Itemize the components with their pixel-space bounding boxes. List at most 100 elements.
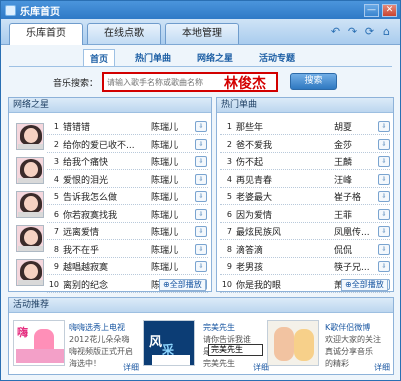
download-icon[interactable]: ⇩: [378, 191, 390, 202]
song-title[interactable]: 那些年: [236, 120, 334, 133]
song-title[interactable]: 最炫民族风: [236, 225, 334, 238]
download-icon[interactable]: ⇩: [195, 121, 207, 132]
hot-single-row[interactable]: 5 老婆最大 崔子格 ⇩: [220, 188, 390, 205]
song-title[interactable]: 错错错: [63, 120, 151, 133]
home-icon[interactable]: ⌂: [379, 25, 394, 39]
play-all-button-left[interactable]: ⊕全部播放: [159, 279, 206, 291]
network-star-row[interactable]: 9 越唱越寂寞 陈瑞儿 ⇩: [47, 258, 207, 275]
download-icon[interactable]: ⇩: [195, 261, 207, 272]
activity-details-link-3[interactable]: 详细: [374, 362, 390, 373]
download-icon[interactable]: ⇩: [378, 208, 390, 220]
artist-photo-3[interactable]: [16, 191, 44, 218]
song-title[interactable]: 你若寂寞找我: [63, 208, 151, 221]
activity-image-perfect-gentleman[interactable]: 风 采: [143, 320, 195, 366]
artist-name[interactable]: 陈瑞儿: [151, 208, 195, 221]
download-icon[interactable]: ⇩: [195, 191, 207, 202]
network-star-row[interactable]: 4 爱恨的泪光 陈瑞儿 ⇩: [47, 171, 207, 188]
song-title[interactable]: 你是我的眼: [236, 278, 334, 291]
network-star-row[interactable]: 3 给我个痛快 陈瑞儿 ⇩: [47, 153, 207, 170]
hot-single-row[interactable]: 1 那些年 胡夏 ⇩: [220, 118, 390, 135]
hot-single-row[interactable]: 7 最炫民族风 凤凰传... ⇩: [220, 223, 390, 240]
hot-single-row[interactable]: 8 滴答滴 侃侃 ⇩: [220, 241, 390, 258]
song-title[interactable]: 我不在乎: [63, 243, 151, 256]
song-title[interactable]: 远离爱情: [63, 225, 151, 238]
refresh-icon[interactable]: ⟳: [362, 25, 377, 39]
download-icon[interactable]: ⇩: [378, 243, 390, 255]
hot-single-row[interactable]: 6 因为爱情 王菲 ⇩: [220, 206, 390, 223]
artist-name[interactable]: 胡夏: [334, 120, 378, 133]
artist-photo-1[interactable]: [16, 123, 44, 150]
artist-name[interactable]: 王菲: [334, 208, 378, 221]
network-star-row[interactable]: 1 错错错 陈瑞儿 ⇩: [47, 118, 207, 135]
artist-name[interactable]: 凤凰传...: [334, 225, 378, 238]
song-title[interactable]: 离别的纪念: [63, 278, 151, 291]
close-button[interactable]: ✕: [382, 3, 397, 17]
song-title[interactable]: 老婆最大: [236, 190, 334, 203]
network-star-row[interactable]: 7 远离爱情 陈瑞儿 ⇩: [47, 223, 207, 240]
song-title[interactable]: 因为爱情: [236, 208, 334, 221]
artist-photo-4[interactable]: [16, 225, 44, 252]
artist-photo-2[interactable]: [16, 157, 44, 184]
song-title[interactable]: 给我个痛快: [63, 155, 151, 168]
artist-name[interactable]: 陈瑞儿: [151, 120, 195, 133]
download-icon[interactable]: ⇩: [378, 138, 390, 150]
artist-name[interactable]: 陈瑞儿: [151, 173, 195, 186]
song-title[interactable]: 越唱越寂寞: [63, 260, 151, 273]
download-icon[interactable]: ⇩: [378, 156, 390, 167]
hot-single-row[interactable]: 4 再见青春 汪峰 ⇩: [220, 171, 390, 188]
network-star-row[interactable]: 5 告诉我怎么做 陈瑞儿 ⇩: [47, 188, 207, 205]
artist-name[interactable]: 陈瑞儿: [151, 225, 195, 238]
activity-title-3[interactable]: K歌伴侣微博: [325, 322, 370, 333]
artist-name[interactable]: 侃侃: [334, 243, 378, 256]
network-star-row[interactable]: 6 你若寂寞找我 陈瑞儿 ⇩: [47, 206, 207, 223]
artist-name[interactable]: 陈瑞儿: [151, 243, 195, 256]
back-arrow-icon[interactable]: ↶: [328, 25, 343, 39]
song-title[interactable]: 再见青春: [236, 173, 334, 186]
tab-online-songs[interactable]: 在线点歌: [87, 23, 161, 44]
subtab-hot-singles[interactable]: 热门单曲: [129, 49, 177, 67]
artist-name[interactable]: 汪峰: [334, 173, 378, 186]
tab-local-manage[interactable]: 本地管理: [165, 23, 239, 44]
network-star-row[interactable]: 2 给你的爱已收不... 陈瑞儿 ⇩: [47, 136, 207, 153]
song-title[interactable]: 爱恨的泪光: [63, 173, 151, 186]
tab-library-home[interactable]: 乐库首页: [9, 23, 83, 45]
song-title[interactable]: 告诉我怎么做: [63, 190, 151, 203]
download-icon[interactable]: ⇩: [195, 156, 207, 167]
forward-arrow-icon[interactable]: ↷: [345, 25, 360, 39]
song-title[interactable]: 滴答滴: [236, 243, 334, 256]
minimize-button[interactable]: —: [364, 3, 379, 17]
song-title[interactable]: 伤不起: [236, 155, 334, 168]
download-icon[interactable]: ⇩: [195, 243, 207, 255]
subtab-activities[interactable]: 活动专题: [253, 49, 301, 67]
artist-name[interactable]: 陈瑞儿: [151, 260, 195, 273]
hot-single-row[interactable]: 2 爸不爱我 金莎 ⇩: [220, 136, 390, 153]
artist-name[interactable]: 王麟: [334, 155, 378, 168]
song-title[interactable]: 老男孩: [236, 260, 334, 273]
download-icon[interactable]: ⇩: [195, 173, 207, 185]
download-icon[interactable]: ⇩: [378, 121, 390, 132]
download-icon[interactable]: ⇩: [195, 138, 207, 150]
download-icon[interactable]: ⇩: [378, 226, 390, 237]
activity-title-2[interactable]: 完美先生: [203, 322, 235, 333]
song-title[interactable]: 给你的爱已收不...: [63, 138, 151, 151]
activity-image-k-song-weibo[interactable]: [267, 320, 319, 366]
artist-name[interactable]: 陈瑞儿: [151, 155, 195, 168]
artist-photo-5[interactable]: [16, 259, 44, 286]
song-title[interactable]: 爸不爱我: [236, 138, 334, 151]
download-icon[interactable]: ⇩: [195, 208, 207, 220]
artist-name[interactable]: 筷子兄...: [334, 260, 378, 273]
subtab-home[interactable]: 首页: [83, 49, 116, 67]
artist-name[interactable]: 金莎: [334, 138, 378, 151]
activity-image-talent-show[interactable]: 嗨: [13, 320, 65, 366]
artist-name[interactable]: 陈瑞儿: [151, 138, 195, 151]
subtab-network-stars[interactable]: 网络之星: [191, 49, 239, 67]
hot-single-row[interactable]: 3 伤不起 王麟 ⇩: [220, 153, 390, 170]
search-button[interactable]: 搜索: [290, 73, 337, 90]
hot-single-row[interactable]: 9 老男孩 筷子兄... ⇩: [220, 258, 390, 275]
download-icon[interactable]: ⇩: [195, 226, 207, 237]
network-star-row[interactable]: 8 我不在乎 陈瑞儿 ⇩: [47, 241, 207, 258]
download-icon[interactable]: ⇩: [378, 261, 390, 272]
artist-name[interactable]: 崔子格: [334, 190, 378, 203]
download-icon[interactable]: ⇩: [378, 173, 390, 185]
play-all-button-right[interactable]: ⊕全部播放: [341, 279, 388, 291]
